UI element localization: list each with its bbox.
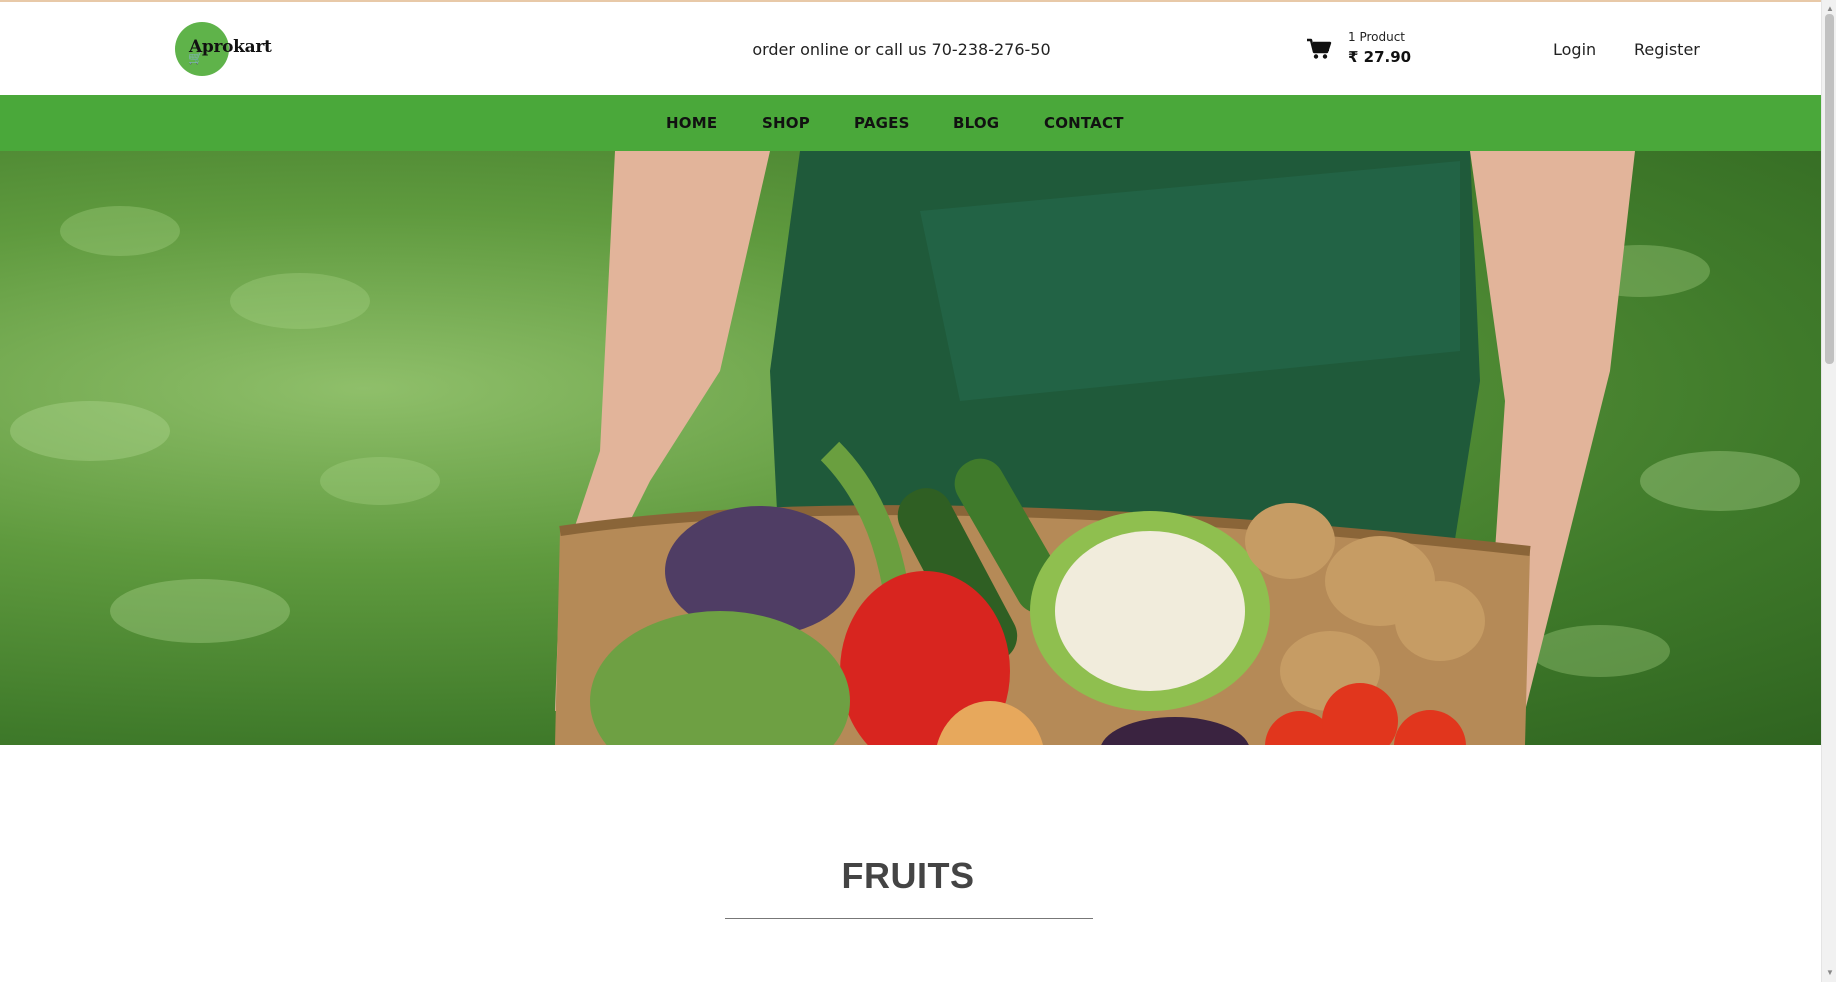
cart-count: 1 Product xyxy=(1348,30,1406,44)
scroll-up-icon[interactable]: ▲ xyxy=(1826,4,1834,13)
mini-cart[interactable]: 1 Product ₹ 27.90 xyxy=(1306,28,1456,72)
hero-banner xyxy=(0,151,1821,745)
register-link[interactable]: Register xyxy=(1634,40,1700,59)
vertical-scrollbar[interactable]: ▲ ▼ xyxy=(1821,0,1836,982)
site-header: 🛒 Aprokart order online or call us 70-23… xyxy=(0,2,1821,95)
section-divider xyxy=(725,918,1093,919)
logo-text: Aprokart xyxy=(189,37,272,57)
nav-item-shop[interactable]: SHOP xyxy=(762,114,810,132)
contact-text: order online or call us 70-238-276-50 xyxy=(752,40,1051,59)
scroll-down-icon[interactable]: ▼ xyxy=(1826,968,1834,977)
login-link[interactable]: Login xyxy=(1553,40,1596,59)
logo[interactable]: 🛒 Aprokart xyxy=(175,22,272,76)
nav-item-blog[interactable]: BLOG xyxy=(953,114,999,132)
nav-item-pages[interactable]: PAGES xyxy=(854,114,910,132)
section-title: FRUITS xyxy=(841,855,975,896)
nav-item-home[interactable]: HOME xyxy=(666,114,717,132)
cart-total: ₹ 27.90 xyxy=(1348,48,1412,66)
hero-image xyxy=(10,151,1800,745)
main-nav: HOME SHOP PAGES BLOG CONTACT xyxy=(0,95,1821,151)
scrollbar-thumb[interactable] xyxy=(1825,14,1834,364)
nav-item-contact[interactable]: CONTACT xyxy=(1044,114,1124,132)
shopping-cart-icon xyxy=(1307,38,1332,59)
